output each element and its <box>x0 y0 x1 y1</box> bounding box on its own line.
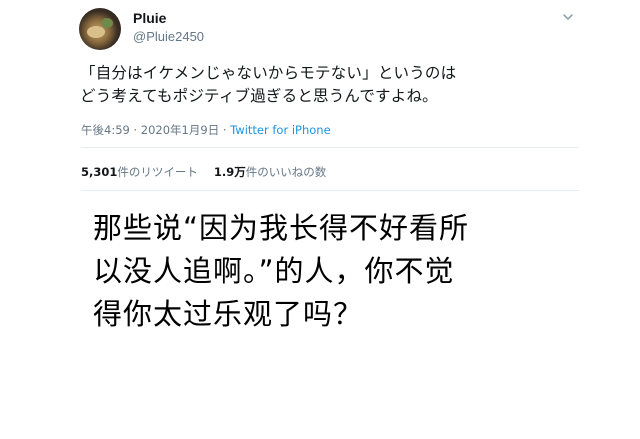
engagement-stats: 5,301件のリツイート 1.9万件のいいねの数 <box>81 164 326 180</box>
tweet-text: 「自分はイケメンじゃないからモテない」というのは どう考えてもポジティブ過ぎると… <box>80 64 457 105</box>
retweet-label: 件のリツイート <box>117 165 198 179</box>
caption-text: 那些说“因为我长得不好看所 以没人追啊。”的人，你不觉 得你太过乐观了吗？ <box>93 211 470 331</box>
timestamp[interactable]: 午後4:59 · 2020年1月9日 · <box>81 123 230 137</box>
divider <box>81 190 579 191</box>
tweet-metadata: 午後4:59 · 2020年1月9日 · Twitter for iPhone <box>81 122 331 138</box>
like-number: 1.9万 <box>213 165 246 179</box>
divider <box>81 147 579 148</box>
avatar-detail <box>101 18 113 28</box>
avatar[interactable] <box>79 8 121 50</box>
retweet-number: 5,301 <box>81 165 118 179</box>
source-link[interactable]: Twitter for iPhone <box>230 123 331 137</box>
like-label: 件のいいねの数 <box>245 165 327 179</box>
user-handle[interactable]: @Pluie2450 <box>133 29 204 44</box>
chevron-down-icon[interactable] <box>561 10 575 24</box>
display-name[interactable]: Pluie <box>133 10 166 26</box>
retweet-count[interactable]: 5,301件のリツイート <box>81 165 198 179</box>
like-count[interactable]: 1.9万件のいいねの数 <box>214 165 326 179</box>
tweet-card: Pluie @Pluie2450 「自分はイケメンじゃないからモテない」というの… <box>0 0 640 200</box>
avatar-detail <box>87 26 105 38</box>
